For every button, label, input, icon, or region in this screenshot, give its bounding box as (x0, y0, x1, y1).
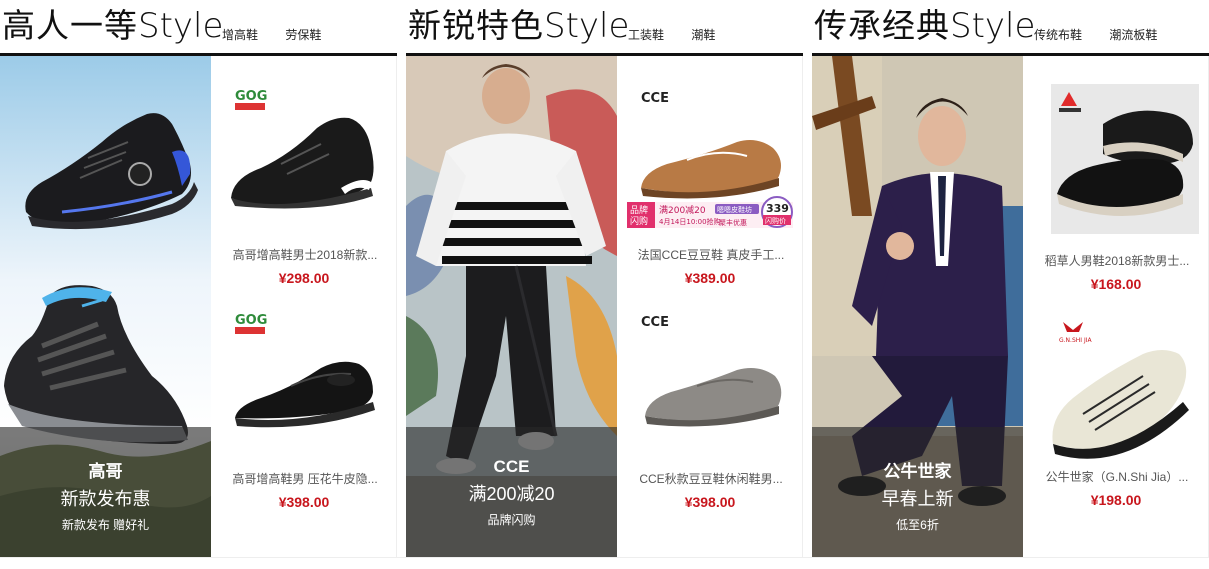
svg-text:满200减20: 满200减20 (659, 204, 706, 216)
svg-text:CCE: CCE (641, 91, 669, 106)
product-list: GOG 高哥增高鞋男士2018新款... ¥298.00 GOG 高哥增高鞋男 … (211, 56, 397, 557)
svg-text:品牌: 品牌 (630, 204, 648, 216)
brand-logo: CCE (641, 315, 669, 330)
brand-logo: GOG (235, 313, 267, 334)
promo-subtitle: 新款发布 赠好礼 (61, 518, 150, 532)
promo-headline: 早春上新 (881, 489, 954, 509)
promo-caption: 公牛世家 早春上新 低至6折 (812, 427, 1023, 557)
product-list: CCE 品牌 闪购 满200减20 4月14日10:00抢购 嗯嗯皮鞋坊 聚丰优… (617, 56, 803, 557)
promo-brand: 公牛世家 (883, 462, 952, 481)
floor-category-links: 增高鞋 劳保鞋 (222, 26, 345, 43)
product-image: CCE 品牌 闪购 满200减20 4月14日10:00抢购 嗯嗯皮鞋坊 聚丰优… (627, 91, 793, 228)
floor-section-2: 新锐特色Style 工装鞋 潮鞋 CCE 满200减20 品牌闪购 CCE 品牌… (406, 0, 803, 569)
promo-caption: 高哥 新款发布惠 新款发布 赠好礼 (0, 427, 211, 557)
promo-caption: CCE 满200减20 品牌闪购 (406, 427, 617, 557)
product-price: ¥398.00 (684, 494, 736, 510)
flash-sale-badge: 品牌 闪购 满200减20 4月14日10:00抢购 嗯嗯皮鞋坊 聚丰优惠 33… (627, 196, 793, 228)
divider (0, 557, 1209, 558)
svg-text:G.N.SHI JIA: G.N.SHI JIA (1059, 337, 1092, 344)
svg-text:闪购价: 闪购价 (765, 216, 786, 225)
floor-header: 高人一等Style 增高鞋 劳保鞋 (0, 0, 397, 56)
brand-logo: G.N.SHI JIA (1059, 322, 1092, 344)
svg-text:嗯嗯皮鞋坊: 嗯嗯皮鞋坊 (717, 205, 752, 214)
floor-section-1: 高人一等Style 增高鞋 劳保鞋 高哥 新款发布惠 新款发布 赠好礼 GOG … (0, 0, 397, 569)
product-image: G.N.SHI JIA (1052, 322, 1189, 459)
product-card[interactable]: GOG 高哥增高鞋男士2018新款... ¥298.00 (211, 78, 397, 318)
svg-text:GOG: GOG (235, 89, 267, 104)
promo-banner[interactable]: 高哥 新款发布惠 新款发布 赠好礼 (0, 56, 211, 557)
product-price: ¥198.00 (1090, 492, 1142, 508)
product-image: GOG (235, 313, 375, 428)
product-card[interactable]: G.N.SHI JIA 公牛世家（G.N.Shi Jia）... ¥198.00 (1023, 318, 1209, 558)
promo-brand: CCE (493, 457, 530, 476)
floor-title: 高人一等Style (2, 6, 224, 46)
floor-section-3: 传承经典Style 传统布鞋 潮流板鞋 公牛世家 早春上新 低至6折 稻草人男鞋… (812, 0, 1209, 569)
product-price: ¥168.00 (1090, 276, 1142, 292)
product-name[interactable]: 法国CCE豆豆鞋 真皮手工... (625, 246, 797, 263)
category-link[interactable]: 增高鞋 (222, 28, 258, 42)
product-image: CCE (641, 315, 782, 427)
product-image (1051, 84, 1199, 234)
promo-headline: 新款发布惠 (60, 489, 151, 509)
product-name[interactable]: 高哥增高鞋男士2018新款... (219, 246, 391, 263)
floor-header: 传承经典Style 传统布鞋 潮流板鞋 (812, 0, 1209, 56)
floor-title: 新锐特色Style (408, 6, 630, 46)
product-price: ¥389.00 (684, 270, 736, 286)
floor-header: 新锐特色Style 工装鞋 潮鞋 (406, 0, 803, 56)
category-link[interactable]: 潮流板鞋 (1109, 28, 1157, 42)
brand-logo: CCE (641, 91, 669, 106)
svg-text:CCE: CCE (641, 315, 669, 330)
promo-brand: 高哥 (88, 462, 123, 481)
product-price: ¥398.00 (278, 494, 330, 510)
category-link[interactable]: 传统布鞋 (1034, 28, 1082, 42)
floor-category-links: 工装鞋 潮鞋 (628, 26, 739, 43)
product-card[interactable]: 稻草人男鞋2018新款男士... ¥168.00 (1023, 84, 1209, 324)
floor-category-links: 传统布鞋 潮流板鞋 (1034, 26, 1181, 43)
product-image: GOG (231, 89, 374, 209)
brand-logo: GOG (235, 89, 267, 110)
promo-subtitle: 低至6折 (896, 518, 939, 532)
product-card[interactable]: GOG 高哥增高鞋男 压花牛皮隐... ¥398.00 (211, 302, 397, 542)
promo-banner[interactable]: CCE 满200减20 品牌闪购 (406, 56, 617, 557)
product-name[interactable]: CCE秋款豆豆鞋休闲鞋男... (625, 470, 797, 487)
svg-text:闪购: 闪购 (630, 215, 648, 227)
promo-subtitle: 品牌闪购 (487, 513, 536, 527)
product-name[interactable]: 稻草人男鞋2018新款男士... (1031, 252, 1203, 269)
category-link[interactable]: 劳保鞋 (285, 28, 321, 42)
svg-text:GOG: GOG (235, 313, 267, 328)
floor-title: 传承经典Style (814, 6, 1036, 46)
product-name[interactable]: 高哥增高鞋男 压花牛皮隐... (219, 470, 391, 487)
product-name[interactable]: 公牛世家（G.N.Shi Jia）... (1031, 468, 1203, 485)
svg-text:聚丰优惠: 聚丰优惠 (719, 218, 747, 227)
category-link[interactable]: 工装鞋 (628, 28, 664, 42)
svg-text:339: 339 (766, 202, 789, 215)
promo-banner[interactable]: 公牛世家 早春上新 低至6折 (812, 56, 1023, 557)
promo-headline: 满200减20 (468, 484, 555, 504)
product-list: 稻草人男鞋2018新款男士... ¥168.00 G.N.SHI JIA 公牛世… (1023, 56, 1209, 557)
svg-text:4月14日10:00抢购: 4月14日10:00抢购 (659, 217, 721, 226)
category-link[interactable]: 潮鞋 (691, 28, 715, 42)
product-card[interactable]: CCE 品牌 闪购 满200减20 4月14日10:00抢购 嗯嗯皮鞋坊 聚丰优… (617, 78, 803, 318)
product-price: ¥298.00 (278, 270, 330, 286)
product-card[interactable]: CCE CCE秋款豆豆鞋休闲鞋男... ¥398.00 (617, 302, 803, 542)
